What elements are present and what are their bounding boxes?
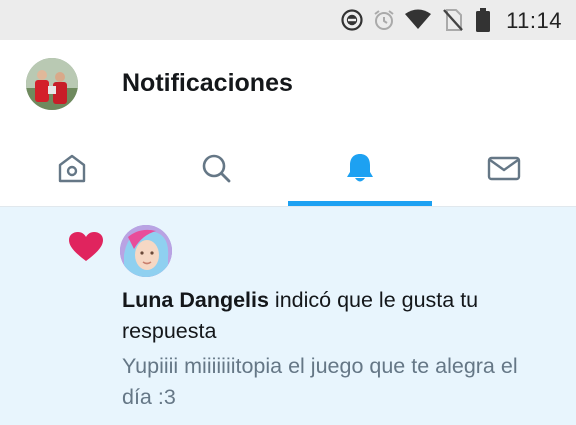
notification-preview: Yupiiii miiiiiiitopia el juego que te al… <box>122 354 518 409</box>
home-icon <box>58 154 86 183</box>
mail-icon <box>487 156 521 181</box>
notification-text: Luna Dangelis indicó que le gusta tu res… <box>122 285 542 347</box>
battery-icon <box>476 8 490 32</box>
active-tab-indicator <box>288 201 432 206</box>
page-title: Notificaciones <box>122 69 293 97</box>
do-not-disturb-icon <box>341 9 363 31</box>
tab-messages[interactable] <box>432 130 576 206</box>
user-avatar[interactable] <box>120 225 172 277</box>
header: Notificaciones <box>0 40 576 130</box>
heart-icon <box>69 232 103 261</box>
tab-notifications[interactable] <box>288 130 432 206</box>
status-time: 11:14 <box>506 8 562 33</box>
tab-search[interactable] <box>144 130 288 206</box>
search-icon <box>202 154 231 183</box>
no-sim-icon <box>443 9 463 31</box>
tab-home[interactable] <box>0 130 144 206</box>
tab-bar <box>0 130 576 273</box>
user-avatar-image <box>120 225 172 277</box>
notification-item[interactable]: Luna Dangelis indicó que le gusta tu res… <box>0 207 576 425</box>
profile-avatar-image <box>26 58 78 110</box>
bell-icon <box>347 154 373 182</box>
status-bar: 11:14 <box>0 0 576 40</box>
alarm-icon <box>374 10 394 30</box>
profile-avatar[interactable] <box>26 58 78 110</box>
notification-username[interactable]: Luna Dangelis <box>122 288 269 312</box>
wifi-icon <box>405 9 431 29</box>
